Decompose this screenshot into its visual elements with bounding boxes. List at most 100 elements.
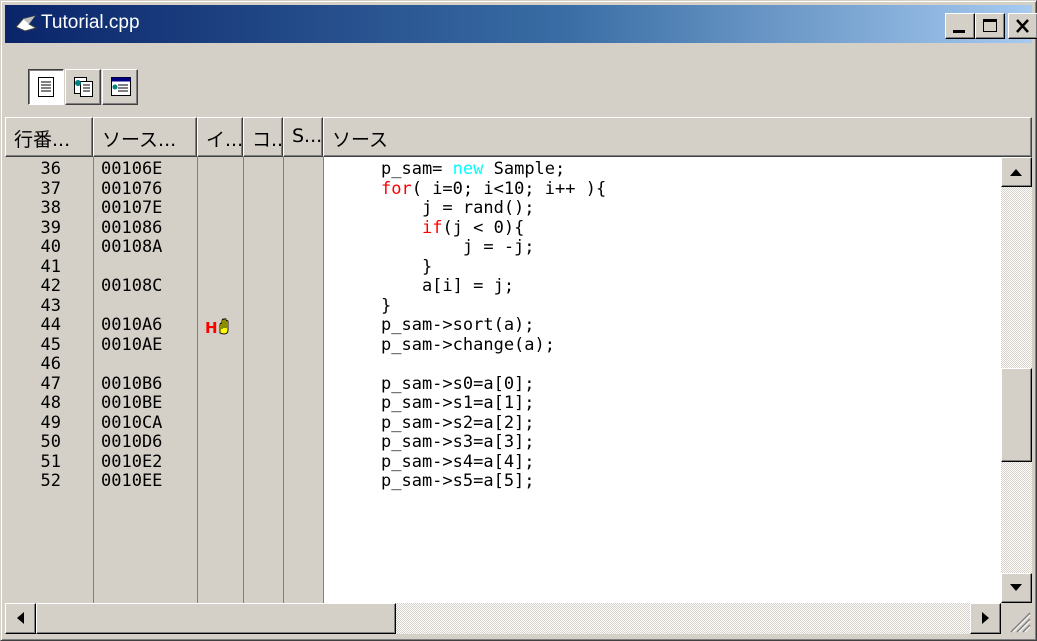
source-address: 00108C [101, 276, 163, 296]
source-address: 0010B6 [101, 373, 163, 394]
scroll-up-icon [1010, 169, 1022, 176]
source-row[interactable]: 42 00108C a[i] = j; [5, 276, 1005, 297]
source-view-icon [38, 77, 54, 97]
code-text: } [381, 256, 433, 277]
source-row[interactable]: 46 [5, 354, 1005, 375]
source-address: 0010BE [101, 393, 163, 413]
source-row[interactable]: 48 0010BE p_sam->s1=a[1]; [5, 393, 1005, 414]
code-text: j = rand(); [381, 198, 535, 218]
source-list[interactable]: 36 00106E p_sam= new Sample; 37 001076 for( i… [5, 157, 1032, 603]
column-header-line-number[interactable]: 行番... [5, 117, 93, 157]
line-number: 40 [40, 237, 61, 257]
source-row[interactable]: 47 0010B6 p_sam->s0=a[0]; [5, 373, 1005, 395]
source-row[interactable]: 39 001086 if(j < 0){ [5, 217, 1005, 239]
line-number: 45 [40, 334, 61, 355]
mixed-view-button[interactable] [102, 69, 138, 105]
source-address: 001086 [101, 217, 163, 238]
code-keyword: new [452, 159, 484, 179]
code-text: p_sam->s0=a[0]; [381, 373, 535, 394]
line-number: 43 [40, 295, 61, 316]
source-code: } [381, 256, 433, 278]
column-header-event[interactable]: イ... [197, 117, 243, 157]
source-address: 0010CA [101, 412, 163, 433]
source-view-button[interactable] [28, 69, 64, 105]
resize-grip-icon [1010, 612, 1031, 633]
source-row[interactable]: 37 001076 for( i=0; i<10; i++ ){ [5, 178, 1005, 200]
line-number: 42 [40, 276, 61, 296]
toolbar [5, 44, 1032, 114]
code-keyword: for [381, 178, 412, 199]
column-header-source[interactable]: ソース [323, 117, 1032, 157]
source-row[interactable]: 38 00107E j = rand(); [5, 198, 1005, 219]
source-code: p_sam->s5=a[5]; [381, 471, 535, 492]
horizontal-scrollbar[interactable] [5, 603, 1001, 634]
horizontal-scroll-thumb[interactable] [36, 603, 396, 634]
source-row[interactable]: 52 0010EE p_sam->s5=a[5]; [5, 471, 1005, 492]
source-code: p_sam->change(a); [381, 335, 555, 356]
hardware-break-icon[interactable]: H [205, 318, 239, 337]
maximize-icon [983, 19, 997, 32]
source-address: 00106E [101, 159, 163, 179]
code-text: a[i] = j; [381, 276, 515, 296]
title-bar[interactable]: Tutorial.cpp [5, 5, 1037, 43]
vertical-scrollbar[interactable] [1001, 157, 1032, 603]
code-keyword: if [421, 217, 443, 238]
maximize-button[interactable] [975, 13, 1005, 39]
source-address: 0010E2 [101, 451, 163, 472]
source-address: 00108A [101, 237, 163, 257]
source-row[interactable]: 36 00106E p_sam= new Sample; [5, 159, 1005, 180]
source-row[interactable]: 40 00108A j = -j; [5, 237, 1005, 258]
scroll-down-button[interactable] [1001, 573, 1032, 603]
mixed-view-icon [111, 77, 131, 96]
code-text: p_sam->sort(a); [381, 315, 535, 335]
source-row[interactable]: 50 0010D6 p_sam->s3=a[3]; [5, 432, 1005, 453]
line-number: 52 [40, 471, 61, 491]
scroll-up-button[interactable] [1001, 157, 1032, 187]
minimize-button[interactable] [945, 13, 975, 39]
source-row[interactable]: 41 } [5, 256, 1005, 278]
scroll-right-button[interactable] [970, 603, 1001, 634]
source-row[interactable]: 45 0010AE p_sam->change(a); [5, 334, 1005, 356]
source-row[interactable]: 51 0010E2 p_sam->s4=a[4]; [5, 451, 1005, 473]
code-text: } [381, 295, 392, 316]
code-text: p_sam= [381, 159, 453, 179]
line-number: 48 [40, 393, 61, 413]
line-number: 51 [40, 451, 61, 472]
source-code: p_sam->s1=a[1]; [381, 393, 535, 414]
vertical-scroll-thumb[interactable] [1001, 368, 1032, 463]
disassembly-view-button[interactable] [65, 69, 101, 105]
code-text: j = -j; [381, 237, 535, 257]
source-code: j = rand(); [381, 198, 535, 219]
scroll-down-icon [1010, 584, 1022, 591]
source-address: 001076 [101, 178, 163, 199]
source-row[interactable]: 49 0010CA p_sam->s2=a[2]; [5, 412, 1005, 434]
source-code: p_sam->s2=a[2]; [381, 412, 535, 434]
source-address: 0010AE [101, 334, 163, 355]
disassembly-view-icon [74, 77, 93, 97]
line-number: 44 [40, 315, 61, 335]
code-text: Sample; [483, 159, 566, 179]
source-row[interactable]: 44 0010A6 Hp_sam->sort(a); [5, 315, 1005, 337]
svg-text:H: H [205, 319, 218, 335]
code-text: (j < 0){ [442, 217, 525, 238]
source-code: j = -j; [381, 237, 535, 258]
scroll-left-button[interactable] [5, 603, 36, 634]
source-row[interactable]: 43} [5, 295, 1005, 317]
source-window: Tutorial.cpp 行番... ソース... イ... コ.. S... … [0, 0, 1037, 641]
column-header-coverage[interactable]: コ... [243, 117, 283, 157]
resize-grip[interactable] [1001, 603, 1032, 634]
document-icon [15, 15, 37, 32]
line-number: 46 [40, 354, 61, 374]
source-code: } [381, 295, 392, 317]
source-address: 0010EE [101, 471, 163, 491]
column-header-source-address[interactable]: ソース... [93, 117, 197, 157]
column-header-s[interactable]: S... [283, 117, 323, 157]
code-text: p_sam->s4=a[4]; [381, 451, 535, 472]
close-icon [1016, 19, 1029, 33]
code-text: p_sam->s2=a[2]; [381, 412, 535, 433]
code-text: ( i=0; i<10; i++ ){ [411, 178, 607, 199]
line-number: 39 [40, 217, 61, 238]
scroll-left-icon [17, 612, 24, 624]
source-code: p_sam->s3=a[3]; [381, 432, 535, 453]
close-button[interactable] [1008, 13, 1037, 39]
